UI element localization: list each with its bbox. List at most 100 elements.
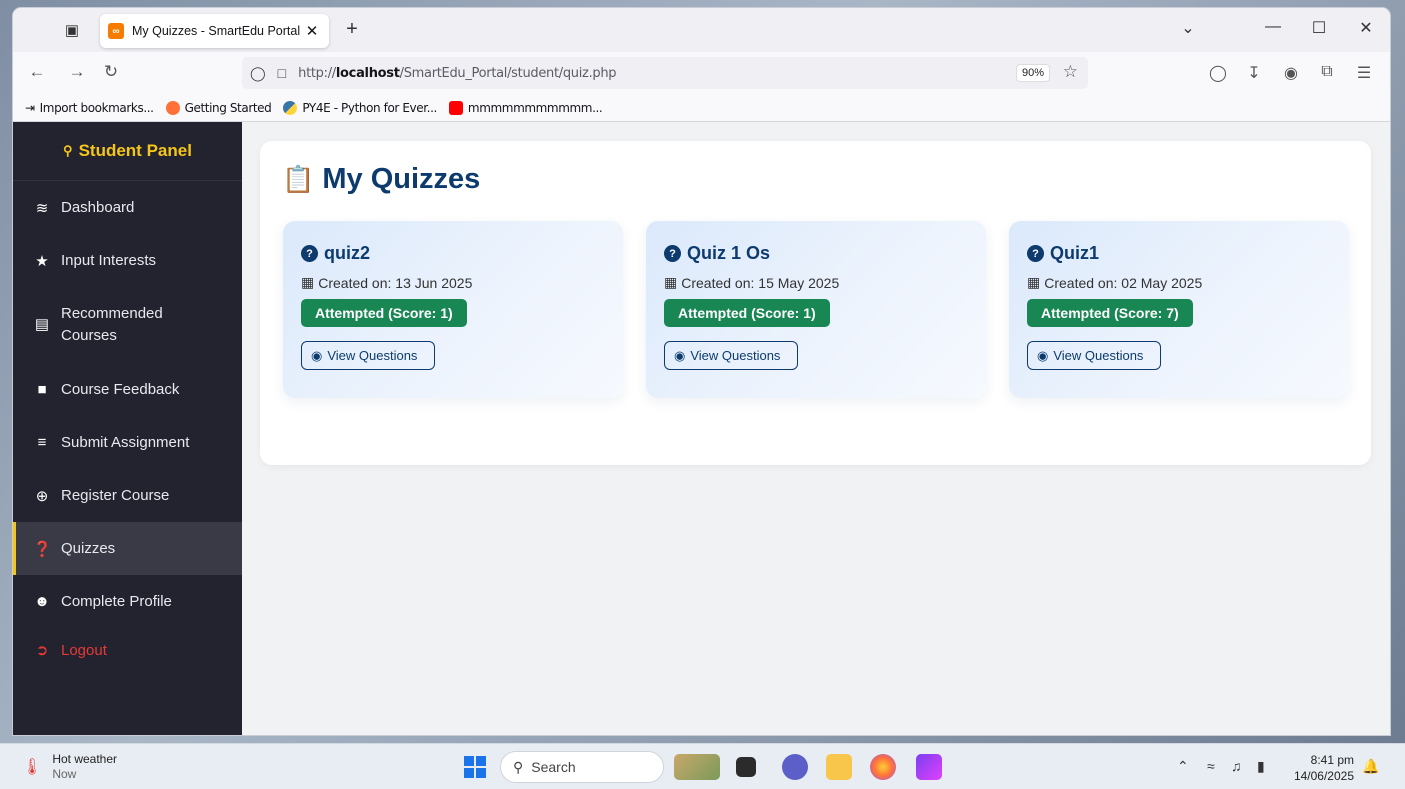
firefox-icon <box>165 100 180 115</box>
quiz-date: ▦ Created on: 02 May 2025 <box>1027 274 1203 291</box>
book-icon: ▤ <box>34 316 50 333</box>
bookmark-import[interactable]: ⇥ Import bookmarks... <box>25 101 154 115</box>
tasks-icon: ≡ <box>37 434 47 451</box>
bookmark-getting-started[interactable]: Getting Started <box>165 100 272 115</box>
status-badge: Attempted (Score: 1) <box>301 299 467 327</box>
eye-icon: ◉ <box>1037 347 1049 363</box>
python-icon <box>283 100 298 115</box>
status-badge: Attempted (Score: 7) <box>1027 299 1193 327</box>
firefox-icon[interactable] <box>870 754 896 780</box>
video-editor-icon[interactable] <box>916 754 942 780</box>
quiz-card: ? quiz2 ▦ Created on: 13 Jun 2025 Attemp… <box>283 221 623 398</box>
question-circle-icon: ? <box>1027 245 1044 262</box>
new-tab-icon[interactable]: + <box>340 18 364 41</box>
chevron-down-icon[interactable]: ⌄ <box>1173 18 1203 38</box>
question-circle-icon: ? <box>664 245 681 262</box>
sidebar-item-quizzes[interactable]: ❓ Quizzes <box>13 522 242 575</box>
minimize-icon[interactable]: — <box>1258 18 1288 36</box>
url-bar[interactable]: ◯ □ http://localhost/SmartEdu_Portal/stu… <box>242 57 1088 89</box>
weather-widget[interactable]: 🌡 Hot weather Now <box>22 752 117 782</box>
windows-start-icon[interactable] <box>464 756 486 778</box>
sidebar-header: ⚲ Student Panel <box>13 122 242 181</box>
widget-scene-icon[interactable] <box>674 754 720 780</box>
quiz-date: ▦ Created on: 15 May 2025 <box>664 274 840 291</box>
view-questions-button[interactable]: ◉ View Questions <box>1027 341 1161 370</box>
question-circle-icon: ❓ <box>33 540 52 558</box>
quiz-title: ? quiz2 <box>301 243 605 264</box>
sidebar-item-submit-assignment[interactable]: ≡ Submit Assignment <box>13 416 242 469</box>
pocket-icon[interactable]: ◯ <box>1207 63 1229 83</box>
sidebar-item-recommended-courses[interactable]: ▤ Recommended Courses <box>13 287 242 363</box>
taskbar: 🌡 Hot weather Now ⚲ Search ⌃ ≈ ♫ ▮ 8:41 … <box>0 743 1405 789</box>
tab-list-icon[interactable]: ▣ <box>61 20 83 40</box>
youtube-icon <box>448 100 463 115</box>
wifi-icon[interactable]: ≈ <box>1207 758 1215 774</box>
sidebar-title: Student Panel <box>78 141 192 160</box>
shield-icon[interactable]: ◯ <box>250 65 266 82</box>
xampp-favicon-icon: ∞ <box>108 23 124 39</box>
sidebar: ⚲ Student Panel ≋ Dashboard ★ Input Inte… <box>13 122 242 735</box>
quizzes-panel: 📋 My Quizzes ? quiz2 ▦ Created on: 13 Ju… <box>260 141 1371 465</box>
forward-icon[interactable]: → <box>65 62 89 82</box>
close-tab-icon[interactable]: ✕ <box>303 22 321 40</box>
clock[interactable]: 8:41 pm 14/06/2025 <box>1290 752 1354 784</box>
thermometer-icon: 🌡 <box>22 759 43 776</box>
bookmark-star-icon[interactable]: ☆ <box>1063 62 1078 82</box>
title-bar: ▣ ∞ My Quizzes - SmartEdu Portal ✕ + ⌄ —… <box>13 8 1390 52</box>
calendar-icon: ▦ <box>1027 274 1041 290</box>
bookmark-youtube[interactable]: mmmmmmmmmmm... <box>448 100 603 115</box>
page-title: 📋 My Quizzes <box>282 163 481 195</box>
quiz-date: ▦ Created on: 13 Jun 2025 <box>301 274 473 291</box>
notification-bell-icon[interactable]: 🔔 <box>1362 758 1379 775</box>
teams-icon[interactable] <box>782 754 808 780</box>
sidebar-item-complete-profile[interactable]: ☻ Complete Profile <box>13 575 242 628</box>
view-questions-button[interactable]: ◉ View Questions <box>664 341 798 370</box>
weather-title: Hot weather <box>52 752 118 766</box>
browser-tab[interactable]: ∞ My Quizzes - SmartEdu Portal ✕ <box>100 14 329 48</box>
account-icon[interactable]: ◉ <box>1280 63 1302 83</box>
status-badge: Attempted (Score: 1) <box>664 299 830 327</box>
sidebar-item-input-interests[interactable]: ★ Input Interests <box>13 234 242 287</box>
sidebar-item-logout[interactable]: ➲ Logout <box>13 628 242 672</box>
quiz-card: ? Quiz 1 Os ▦ Created on: 15 May 2025 At… <box>646 221 986 398</box>
battery-icon[interactable]: ▮ <box>1257 758 1265 775</box>
extensions-icon[interactable]: ⧉ <box>1316 63 1338 81</box>
browser-window: ▣ ∞ My Quizzes - SmartEdu Portal ✕ + ⌄ —… <box>13 8 1390 735</box>
clipboard-list-icon: 📋 <box>282 164 315 194</box>
sidebar-item-course-feedback[interactable]: ■ Course Feedback <box>13 363 242 416</box>
eye-icon: ◉ <box>311 347 323 363</box>
back-icon[interactable]: ← <box>25 62 49 82</box>
sidebar-item-dashboard[interactable]: ≋ Dashboard <box>13 181 242 234</box>
terminal-icon[interactable] <box>736 757 756 777</box>
download-icon[interactable]: ↧ <box>1243 63 1265 83</box>
taskbar-search[interactable]: ⚲ Search <box>500 751 664 783</box>
chevron-up-icon[interactable]: ⌃ <box>1177 758 1189 775</box>
star-icon: ★ <box>35 252 49 270</box>
page-content: ⚲ Student Panel ≋ Dashboard ★ Input Inte… <box>13 122 1390 735</box>
page-icon[interactable]: □ <box>278 65 286 81</box>
sign-out-icon: ➲ <box>35 642 49 659</box>
volume-icon[interactable]: ♫ <box>1231 758 1242 774</box>
chart-line-icon: ≋ <box>35 199 49 217</box>
tab-title: My Quizzes - SmartEdu Portal <box>132 24 301 38</box>
maximize-icon[interactable]: ☐ <box>1304 18 1334 38</box>
file-explorer-icon[interactable] <box>826 754 852 780</box>
reload-icon[interactable]: ↻ <box>99 62 123 82</box>
zoom-indicator[interactable]: 90% <box>1015 64 1050 82</box>
quiz-title: ? Quiz1 <box>1027 243 1331 264</box>
quiz-card: ? Quiz1 ▦ Created on: 02 May 2025 Attemp… <box>1009 221 1349 398</box>
menu-icon[interactable]: ☰ <box>1353 63 1375 83</box>
view-questions-button[interactable]: ◉ View Questions <box>301 341 435 370</box>
calendar-icon: ▦ <box>664 274 678 290</box>
question-circle-icon: ? <box>301 245 318 262</box>
bookmark-py4e[interactable]: PY4E - Python for Ever... <box>283 100 437 115</box>
quiz-title: ? Quiz 1 Os <box>664 243 968 264</box>
eye-icon: ◉ <box>674 347 686 363</box>
calendar-icon: ▦ <box>301 274 315 290</box>
plus-circle-icon: ⊕ <box>35 487 49 505</box>
weather-sub: Now <box>52 767 77 781</box>
nav-bar: ← → ↻ ◯ □ http://localhost/SmartEdu_Port… <box>13 52 1390 94</box>
user-edit-icon: ☻ <box>34 593 50 610</box>
close-window-icon[interactable]: ✕ <box>1351 18 1381 38</box>
sidebar-item-register-course[interactable]: ⊕ Register Course <box>13 469 242 522</box>
